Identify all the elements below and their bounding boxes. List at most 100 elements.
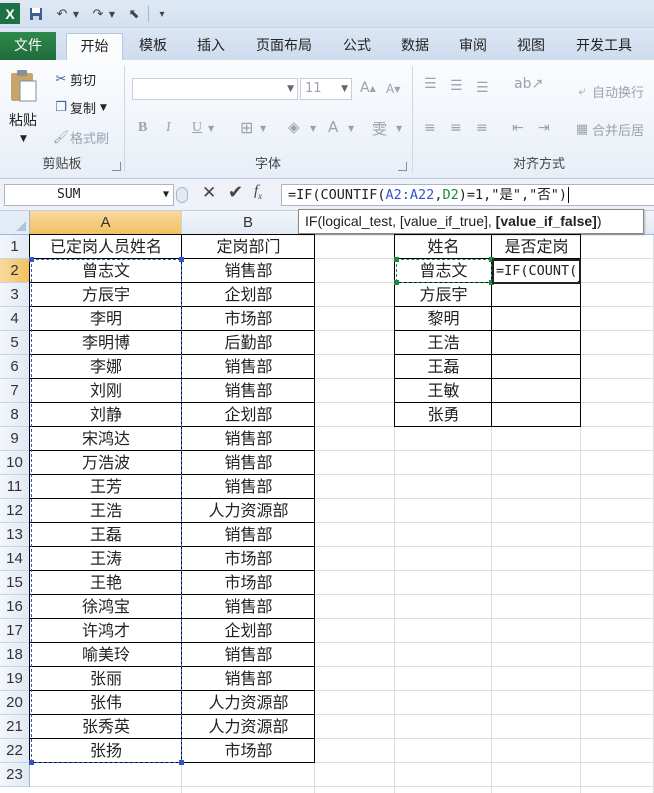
row-header[interactable]: 16 [0,595,30,619]
row-header[interactable]: 21 [0,715,30,739]
department-cell[interactable]: 销售部 [182,667,315,691]
department-cell[interactable]: 销售部 [182,523,315,547]
name-cell[interactable]: 王艳 [30,571,182,595]
copy-button[interactable]: ❐ 复制 ▼ [52,98,107,117]
row-header[interactable]: 11 [0,475,30,499]
font-size-combo[interactable]: 11 ▼ [300,78,352,100]
range-a2-a22-marquee-handle[interactable] [179,760,184,765]
lookup-name-cell[interactable]: 王磊 [395,355,492,379]
name-cell[interactable]: 徐鸿宝 [30,595,182,619]
name-cell[interactable]: 张丽 [30,667,182,691]
row-header[interactable]: 23 [0,763,30,787]
department-cell[interactable]: 销售部 [182,355,315,379]
range-a2-a22-marquee-handle[interactable] [179,257,184,262]
tab-review[interactable]: 审阅 [448,33,498,60]
department-cell[interactable]: 市场部 [182,571,315,595]
row-header[interactable]: 7 [0,379,30,403]
row-header[interactable]: 8 [0,403,30,427]
row-header[interactable]: 13 [0,523,30,547]
save-icon[interactable] [26,4,46,24]
row-header[interactable]: 1 [0,235,30,259]
select-cursor-icon[interactable]: ⬉ [124,4,144,24]
row-header[interactable]: 22 [0,739,30,763]
department-cell[interactable]: 销售部 [182,475,315,499]
department-cell[interactable]: 企划部 [182,403,315,427]
name-cell[interactable]: 方辰宇 [30,283,182,307]
align-bottom-icon[interactable]: ☰ [476,80,489,96]
row-header[interactable]: 18 [0,643,30,667]
tab-template[interactable]: 模板 [128,33,178,60]
department-cell[interactable]: 企划部 [182,619,315,643]
row-header[interactable]: 19 [0,667,30,691]
department-cell[interactable]: 销售部 [182,643,315,667]
wrap-text-button[interactable]: ⤶ 自动换行 [572,82,644,101]
row-header[interactable]: 6 [0,355,30,379]
name-cell[interactable]: 万浩波 [30,451,182,475]
tab-developer[interactable]: 开发工具 [566,33,642,60]
name-cell[interactable]: 张扬 [30,739,182,763]
row-header[interactable]: 14 [0,547,30,571]
lookup-name-cell[interactable]: 张勇 [395,403,492,427]
cell-d2-marquee-handle[interactable] [394,280,399,285]
customize-qat-icon[interactable]: ▾ [152,4,172,24]
row-header[interactable]: 9 [0,427,30,451]
department-cell[interactable]: 市场部 [182,547,315,571]
name-cell[interactable]: 张伟 [30,691,182,715]
name-cell[interactable]: 张秀英 [30,715,182,739]
lookup-name-cell[interactable]: 王敏 [395,379,492,403]
font-size-dropdown-icon[interactable]: ▼ [341,79,348,99]
font-color-icon[interactable]: A [328,118,338,136]
copy-dropdown-icon[interactable]: ▼ [100,103,107,113]
paste-dropdown-icon[interactable]: ▼ [20,134,27,144]
header-cell-staff-name[interactable]: 已定岗人员姓名 [30,235,182,259]
align-center-icon[interactable]: ≡ [450,120,462,136]
department-cell[interactable]: 人力资源部 [182,691,315,715]
tab-view[interactable]: 视图 [506,33,556,60]
name-cell[interactable]: 李明博 [30,331,182,355]
enter-icon[interactable]: ✔ [228,182,243,203]
lookup-header-name[interactable]: 姓名 [395,235,492,259]
name-box[interactable]: SUM ▼ [4,184,174,206]
department-cell[interactable]: 销售部 [182,451,315,475]
align-right-icon[interactable]: ≡ [476,120,488,136]
fill-color-dropdown-icon[interactable]: ▼ [310,124,316,133]
cut-button[interactable]: ✂ 剪切 [52,70,96,89]
row-header[interactable]: 20 [0,691,30,715]
fill-color-icon[interactable]: ◈ [288,118,300,136]
font-name-dropdown-icon[interactable]: ▼ [287,79,294,99]
department-cell[interactable]: 人力资源部 [182,499,315,523]
column-header-b[interactable]: B [182,211,315,235]
select-all-corner[interactable] [0,211,30,235]
clipboard-launcher-icon[interactable] [112,162,121,171]
tab-formulas[interactable]: 公式 [332,33,382,60]
row-header[interactable]: 3 [0,283,30,307]
department-cell[interactable]: 销售部 [182,427,315,451]
font-launcher-icon[interactable] [398,162,407,171]
department-cell[interactable]: 销售部 [182,259,315,283]
department-cell[interactable]: 人力资源部 [182,715,315,739]
cell-d2-marquee-handle[interactable] [394,257,399,262]
department-cell[interactable]: 销售部 [182,595,315,619]
tab-data[interactable]: 数据 [390,33,440,60]
row-header[interactable]: 2 [0,259,30,283]
underline-dropdown-icon[interactable]: ▼ [208,124,214,133]
name-cell[interactable]: 喻美玲 [30,643,182,667]
row-header[interactable]: 15 [0,571,30,595]
increase-indent-icon[interactable]: ⇥ [538,120,550,136]
name-cell[interactable]: 李明 [30,307,182,331]
spreadsheet-grid[interactable]: A B 1 2 3 4 5 6 7 8 9 10 11 12 13 14 15 16 17 18 19 20 21 22 2… [0,211,654,793]
name-cell[interactable]: 王芳 [30,475,182,499]
header-cell-department[interactable]: 定岗部门 [182,235,315,259]
paste-icon[interactable] [6,68,40,104]
undo-dropdown-icon[interactable]: ▼ [70,4,82,24]
italic-icon[interactable]: I [166,120,171,136]
redo-icon[interactable]: ↷ [88,4,108,24]
formula-bar-resize-handle[interactable] [176,187,188,203]
borders-icon[interactable]: ⊞ [240,118,253,137]
name-cell[interactable]: 许鸿才 [30,619,182,643]
tab-home[interactable]: 开始 [66,33,123,60]
tab-page-layout[interactable]: 页面布局 [246,33,322,60]
name-cell[interactable]: 刘刚 [30,379,182,403]
undo-icon[interactable]: ↶ [52,4,72,24]
department-cell[interactable]: 企划部 [182,283,315,307]
